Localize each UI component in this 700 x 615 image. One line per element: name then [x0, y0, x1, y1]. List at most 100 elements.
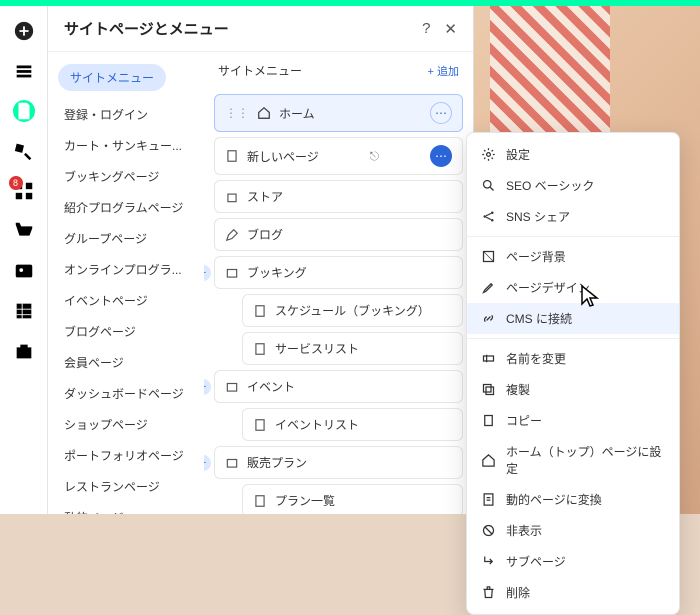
- ctx-delete[interactable]: 削除: [467, 577, 679, 608]
- pages-panel: サイトページとメニュー ? ✕ サイトメニュー 登録・ログインカート・サンキュー…: [48, 6, 474, 514]
- more-icon[interactable]: ⋯: [430, 145, 452, 167]
- menu-item[interactable]: ポートフォリオページ: [54, 440, 198, 471]
- data-icon[interactable]: [13, 300, 35, 322]
- page-icon: [225, 149, 239, 163]
- duplicate-icon: [481, 382, 496, 397]
- ctx-settings[interactable]: 設定: [467, 139, 679, 170]
- menu-item[interactable]: ダッシュボードページ: [54, 378, 198, 409]
- subpage-icon: [481, 554, 496, 569]
- tree-row-new-page[interactable]: 新しいページ ⎋ ⋯: [214, 137, 463, 175]
- connect-icon: [481, 311, 496, 326]
- tree-title: サイトメニュー: [218, 62, 302, 79]
- ctx-bg[interactable]: ページ背景: [467, 241, 679, 272]
- menu-item[interactable]: 動的ページ: [54, 502, 198, 514]
- business-icon[interactable]: [13, 340, 35, 362]
- home-icon: [481, 453, 496, 468]
- tree-row[interactable]: プラン一覧: [242, 484, 463, 514]
- media-icon[interactable]: [13, 260, 35, 282]
- tree-label: ブログ: [247, 226, 283, 243]
- more-icon[interactable]: ⋯: [430, 102, 452, 124]
- menu-item[interactable]: ブログページ: [54, 316, 198, 347]
- folder-icon: [225, 380, 239, 394]
- tree-row-blog[interactable]: ブログ: [214, 218, 463, 251]
- add-icon[interactable]: [13, 20, 35, 42]
- menu-item[interactable]: レストランページ: [54, 471, 198, 502]
- tree-row[interactable]: イベントリスト: [242, 408, 463, 441]
- tree-row-event[interactable]: − イベント: [214, 370, 463, 403]
- ctx-hide[interactable]: 非表示: [467, 515, 679, 546]
- hide-icon: [481, 523, 496, 538]
- store-icon[interactable]: [13, 220, 35, 242]
- ctx-sns[interactable]: SNS シェア: [467, 201, 679, 232]
- copy-icon: [481, 413, 496, 428]
- store-icon: [225, 190, 239, 204]
- drag-handle-icon[interactable]: ⋮⋮: [225, 106, 249, 120]
- tree-label: スケジュール（ブッキング）: [275, 302, 430, 319]
- page-tree: サイトメニュー + 追加 ⋮⋮ ホーム ⋯ 新しいページ ⎋ ⋯ ストア: [204, 52, 473, 514]
- ctx-design[interactable]: ページデザイン: [467, 272, 679, 303]
- menu-item[interactable]: イベントページ: [54, 285, 198, 316]
- close-icon[interactable]: ✕: [444, 20, 457, 38]
- tree-label: プラン一覧: [275, 492, 335, 509]
- ctx-subpage[interactable]: サブページ: [467, 546, 679, 577]
- ctx-seo[interactable]: SEO ベーシック: [467, 170, 679, 201]
- folder-icon: [225, 456, 239, 470]
- tree-label: ホーム: [279, 105, 315, 122]
- tree-row[interactable]: サービスリスト: [242, 332, 463, 365]
- panel-title: サイトページとメニュー: [64, 18, 229, 39]
- menu-item[interactable]: ショップページ: [54, 409, 198, 440]
- menu-item[interactable]: ブッキングページ: [54, 161, 198, 192]
- apps-icon[interactable]: 8: [13, 180, 35, 202]
- tree-row-booking[interactable]: − ブッキング: [214, 256, 463, 289]
- top-accent-bar: [0, 0, 700, 6]
- menu-item[interactable]: 会員ページ: [54, 347, 198, 378]
- tree-row-home[interactable]: ⋮⋮ ホーム ⋯: [214, 94, 463, 132]
- tree-row-plan[interactable]: − 販売プラン: [214, 446, 463, 479]
- collapse-icon[interactable]: −: [204, 379, 211, 395]
- trash-icon: [481, 585, 496, 600]
- pages-icon[interactable]: [13, 100, 35, 122]
- seo-icon: [481, 178, 496, 193]
- ctx-dynamic[interactable]: 動的ページに変換: [467, 484, 679, 515]
- rename-icon: [481, 351, 496, 366]
- ctx-copy[interactable]: コピー: [467, 405, 679, 436]
- separator: [467, 338, 679, 339]
- menu-item[interactable]: グループページ: [54, 223, 198, 254]
- folder-icon: [225, 266, 239, 280]
- page-icon: [253, 418, 267, 432]
- tree-row[interactable]: スケジュール（ブッキング）: [242, 294, 463, 327]
- collapse-icon[interactable]: −: [204, 265, 211, 281]
- menu-item[interactable]: オンラインプログラ...: [54, 254, 198, 285]
- ctx-duplicate[interactable]: 複製: [467, 374, 679, 405]
- tree-label: 販売プラン: [247, 454, 307, 471]
- menu-category-list: サイトメニュー 登録・ログインカート・サンキュー...ブッキングページ紹介プログ…: [48, 52, 204, 514]
- tree-row-store[interactable]: ストア: [214, 180, 463, 213]
- context-menu: 設定 SEO ベーシック SNS シェア ページ背景 ページデザイン CMS に…: [466, 132, 680, 615]
- tree-label: ブッキング: [247, 264, 307, 281]
- design-icon[interactable]: [13, 140, 35, 162]
- gear-icon: [481, 147, 496, 162]
- background-icon: [481, 249, 496, 264]
- site-menu-tab[interactable]: サイトメニュー: [58, 64, 166, 91]
- ctx-set-home[interactable]: ホーム（トップ）ページに設定: [467, 436, 679, 484]
- home-icon: [257, 106, 271, 120]
- tree-label: 新しいページ: [247, 148, 319, 165]
- ctx-cms[interactable]: CMS に接続: [467, 303, 679, 334]
- menu-item[interactable]: カート・サンキュー...: [54, 130, 198, 161]
- tree-label: ストア: [247, 188, 283, 205]
- tree-label: イベント: [247, 378, 295, 395]
- tree-label: サービスリスト: [275, 340, 359, 357]
- ctx-rename[interactable]: 名前を変更: [467, 343, 679, 374]
- blog-icon: [225, 228, 239, 242]
- menu-item[interactable]: 紹介プログラムページ: [54, 192, 198, 223]
- help-icon[interactable]: ?: [422, 20, 430, 38]
- badge: 8: [9, 176, 23, 190]
- sections-icon[interactable]: [13, 60, 35, 82]
- add-page-link[interactable]: + 追加: [428, 63, 459, 79]
- share-icon: [481, 209, 496, 224]
- menu-item[interactable]: 登録・ログイン: [54, 99, 198, 130]
- page-icon: [253, 342, 267, 356]
- panel-header: サイトページとメニュー ? ✕: [48, 6, 473, 52]
- collapse-icon[interactable]: −: [204, 455, 211, 471]
- dynamic-icon: [481, 492, 496, 507]
